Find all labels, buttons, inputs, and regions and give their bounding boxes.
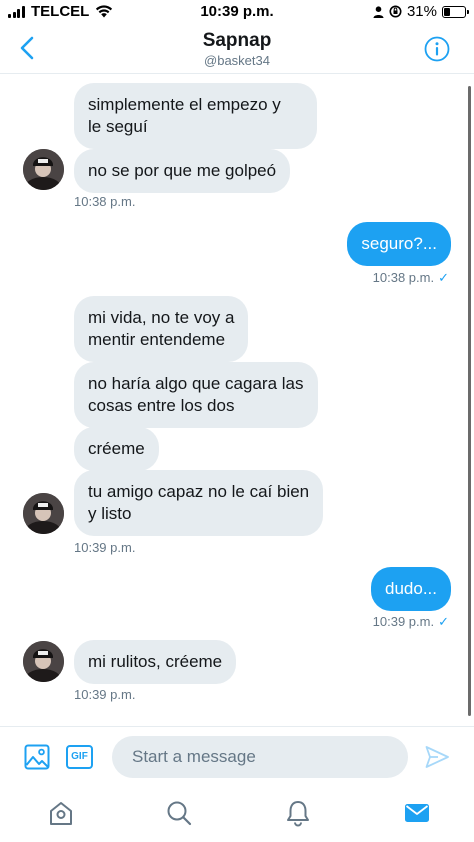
message-line: simplemente el empezo y xyxy=(88,95,281,114)
avatar-image xyxy=(23,493,64,534)
gif-button[interactable]: GIF xyxy=(66,745,93,769)
message-bubble[interactable]: no haría algo que cagara las cosas entre… xyxy=(74,362,318,428)
avatar[interactable] xyxy=(23,493,64,534)
info-icon[interactable] xyxy=(424,36,450,62)
message-input[interactable] xyxy=(112,736,408,778)
person-icon xyxy=(373,5,384,18)
battery-icon xyxy=(442,5,469,18)
message-line: y listo xyxy=(88,504,132,523)
message-line: mi vida, no te voy a xyxy=(88,308,235,327)
conversation-header: Sapnap @basket34 xyxy=(0,24,474,74)
notifications-icon[interactable] xyxy=(284,799,312,827)
message-line: tu amigo capaz no le caí bien xyxy=(88,482,310,501)
avatar-image xyxy=(23,149,64,190)
orientation-lock-icon xyxy=(389,5,402,18)
search-icon[interactable] xyxy=(165,799,193,827)
message-timestamp: 10:38 p.m. xyxy=(74,194,136,209)
message-text: mi rulitos, créeme xyxy=(88,652,223,671)
battery-fill xyxy=(444,7,451,16)
message-line: cosas entre los dos xyxy=(88,396,235,415)
message-bubble[interactable]: dudo... xyxy=(371,567,451,611)
home-icon[interactable] xyxy=(47,799,75,827)
message-list[interactable]: simplemente el empezo y le seguí no se p… xyxy=(0,75,474,725)
message-line: mentir entendeme xyxy=(88,330,226,349)
message-bubble[interactable]: mi rulitos, créeme xyxy=(74,640,237,684)
read-check-icon: ✓ xyxy=(438,270,449,285)
battery-percent: 31% xyxy=(406,3,437,20)
message-timestamp: 10:38 p.m. ✓ xyxy=(373,270,449,286)
status-right: 31% xyxy=(368,3,469,20)
send-icon[interactable] xyxy=(424,744,450,770)
message-text: no se por que me golpeó xyxy=(88,161,277,180)
message-line: le seguí xyxy=(88,117,148,136)
contact-handle[interactable]: @basket34 xyxy=(0,53,474,68)
avatar-image xyxy=(23,641,64,682)
message-bubble[interactable]: mi vida, no te voy a mentir entendeme xyxy=(74,296,249,362)
avatar[interactable] xyxy=(23,641,64,682)
timestamp-text: 10:38 p.m. xyxy=(372,270,435,285)
message-text: créeme xyxy=(88,439,145,458)
message-bubble[interactable]: tu amigo capaz no le caí bien y listo xyxy=(74,470,324,536)
status-bar: TELCEL 10:39 p.m. 31% xyxy=(0,0,474,24)
message-timestamp: 10:39 p.m. xyxy=(74,687,136,702)
avatar[interactable] xyxy=(23,149,64,190)
message-timestamp: 10:39 p.m. ✓ xyxy=(373,614,449,630)
message-timestamp: 10:39 p.m. xyxy=(74,540,136,555)
tab-bar xyxy=(0,786,474,842)
scrollbar[interactable] xyxy=(468,86,471,716)
message-text: dudo... xyxy=(385,579,437,598)
message-bubble[interactable]: simplemente el empezo y le seguí xyxy=(74,83,317,149)
image-icon[interactable] xyxy=(24,744,50,770)
timestamp-text: 10:39 p.m. xyxy=(372,614,435,629)
read-check-icon: ✓ xyxy=(438,614,449,629)
message-bubble[interactable]: no se por que me golpeó xyxy=(74,149,291,193)
message-bubble[interactable]: seguro?... xyxy=(347,222,451,266)
message-line: no haría algo que cagara las xyxy=(88,374,304,393)
messages-icon[interactable] xyxy=(403,799,431,827)
message-text: seguro?... xyxy=(361,234,437,253)
message-bubble[interactable]: créeme xyxy=(74,427,159,471)
contact-name[interactable]: Sapnap xyxy=(0,30,474,52)
message-composer: GIF xyxy=(0,726,474,786)
